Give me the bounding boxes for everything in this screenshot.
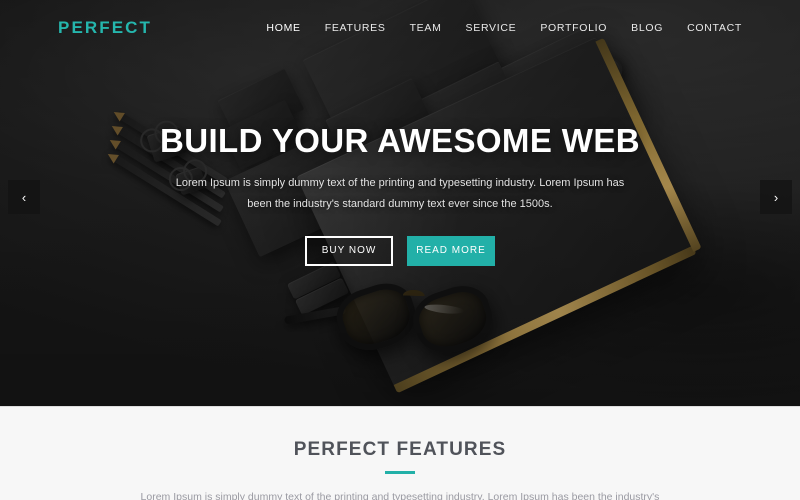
hero-title: BUILD YOUR AWESOME WEB bbox=[160, 122, 640, 160]
landing-page: PERFECT HOME FEATURES TEAM SERVICE PORTF… bbox=[0, 0, 800, 500]
carousel-next-arrow-icon[interactable]: › bbox=[760, 180, 792, 214]
nav-item-blog[interactable]: BLOG bbox=[631, 22, 663, 34]
hero-section: PERFECT HOME FEATURES TEAM SERVICE PORTF… bbox=[0, 0, 800, 406]
features-description: Lorem Ipsum is simply dummy text of the … bbox=[140, 491, 660, 500]
nav-item-service[interactable]: SERVICE bbox=[466, 22, 517, 34]
buy-now-button[interactable]: BUY NOW bbox=[305, 235, 393, 266]
nav-item-contact[interactable]: CONTACT bbox=[687, 22, 742, 34]
features-section: PERFECT FEATURES Lorem Ipsum is simply d… bbox=[0, 406, 800, 500]
features-title-underline bbox=[385, 471, 415, 474]
hero-content: BUILD YOUR AWESOME WEB Lorem Ipsum is si… bbox=[0, 0, 800, 406]
nav-item-home[interactable]: HOME bbox=[266, 22, 300, 34]
main-navigation: HOME FEATURES TEAM SERVICE PORTFOLIO BLO… bbox=[266, 22, 742, 34]
read-more-button[interactable]: READ MORE bbox=[407, 235, 495, 266]
site-header: PERFECT HOME FEATURES TEAM SERVICE PORTF… bbox=[0, 0, 800, 56]
nav-item-features[interactable]: FEATURES bbox=[325, 22, 386, 34]
nav-item-portfolio[interactable]: PORTFOLIO bbox=[540, 22, 607, 34]
hero-subtitle: Lorem Ipsum is simply dummy text of the … bbox=[175, 177, 625, 210]
site-logo[interactable]: PERFECT bbox=[58, 18, 152, 38]
carousel-prev-arrow-icon[interactable]: ‹ bbox=[8, 180, 40, 214]
nav-item-team[interactable]: TEAM bbox=[410, 22, 442, 34]
hero-button-group: BUY NOW READ MORE bbox=[305, 235, 495, 266]
features-title: PERFECT FEATURES bbox=[293, 439, 507, 460]
